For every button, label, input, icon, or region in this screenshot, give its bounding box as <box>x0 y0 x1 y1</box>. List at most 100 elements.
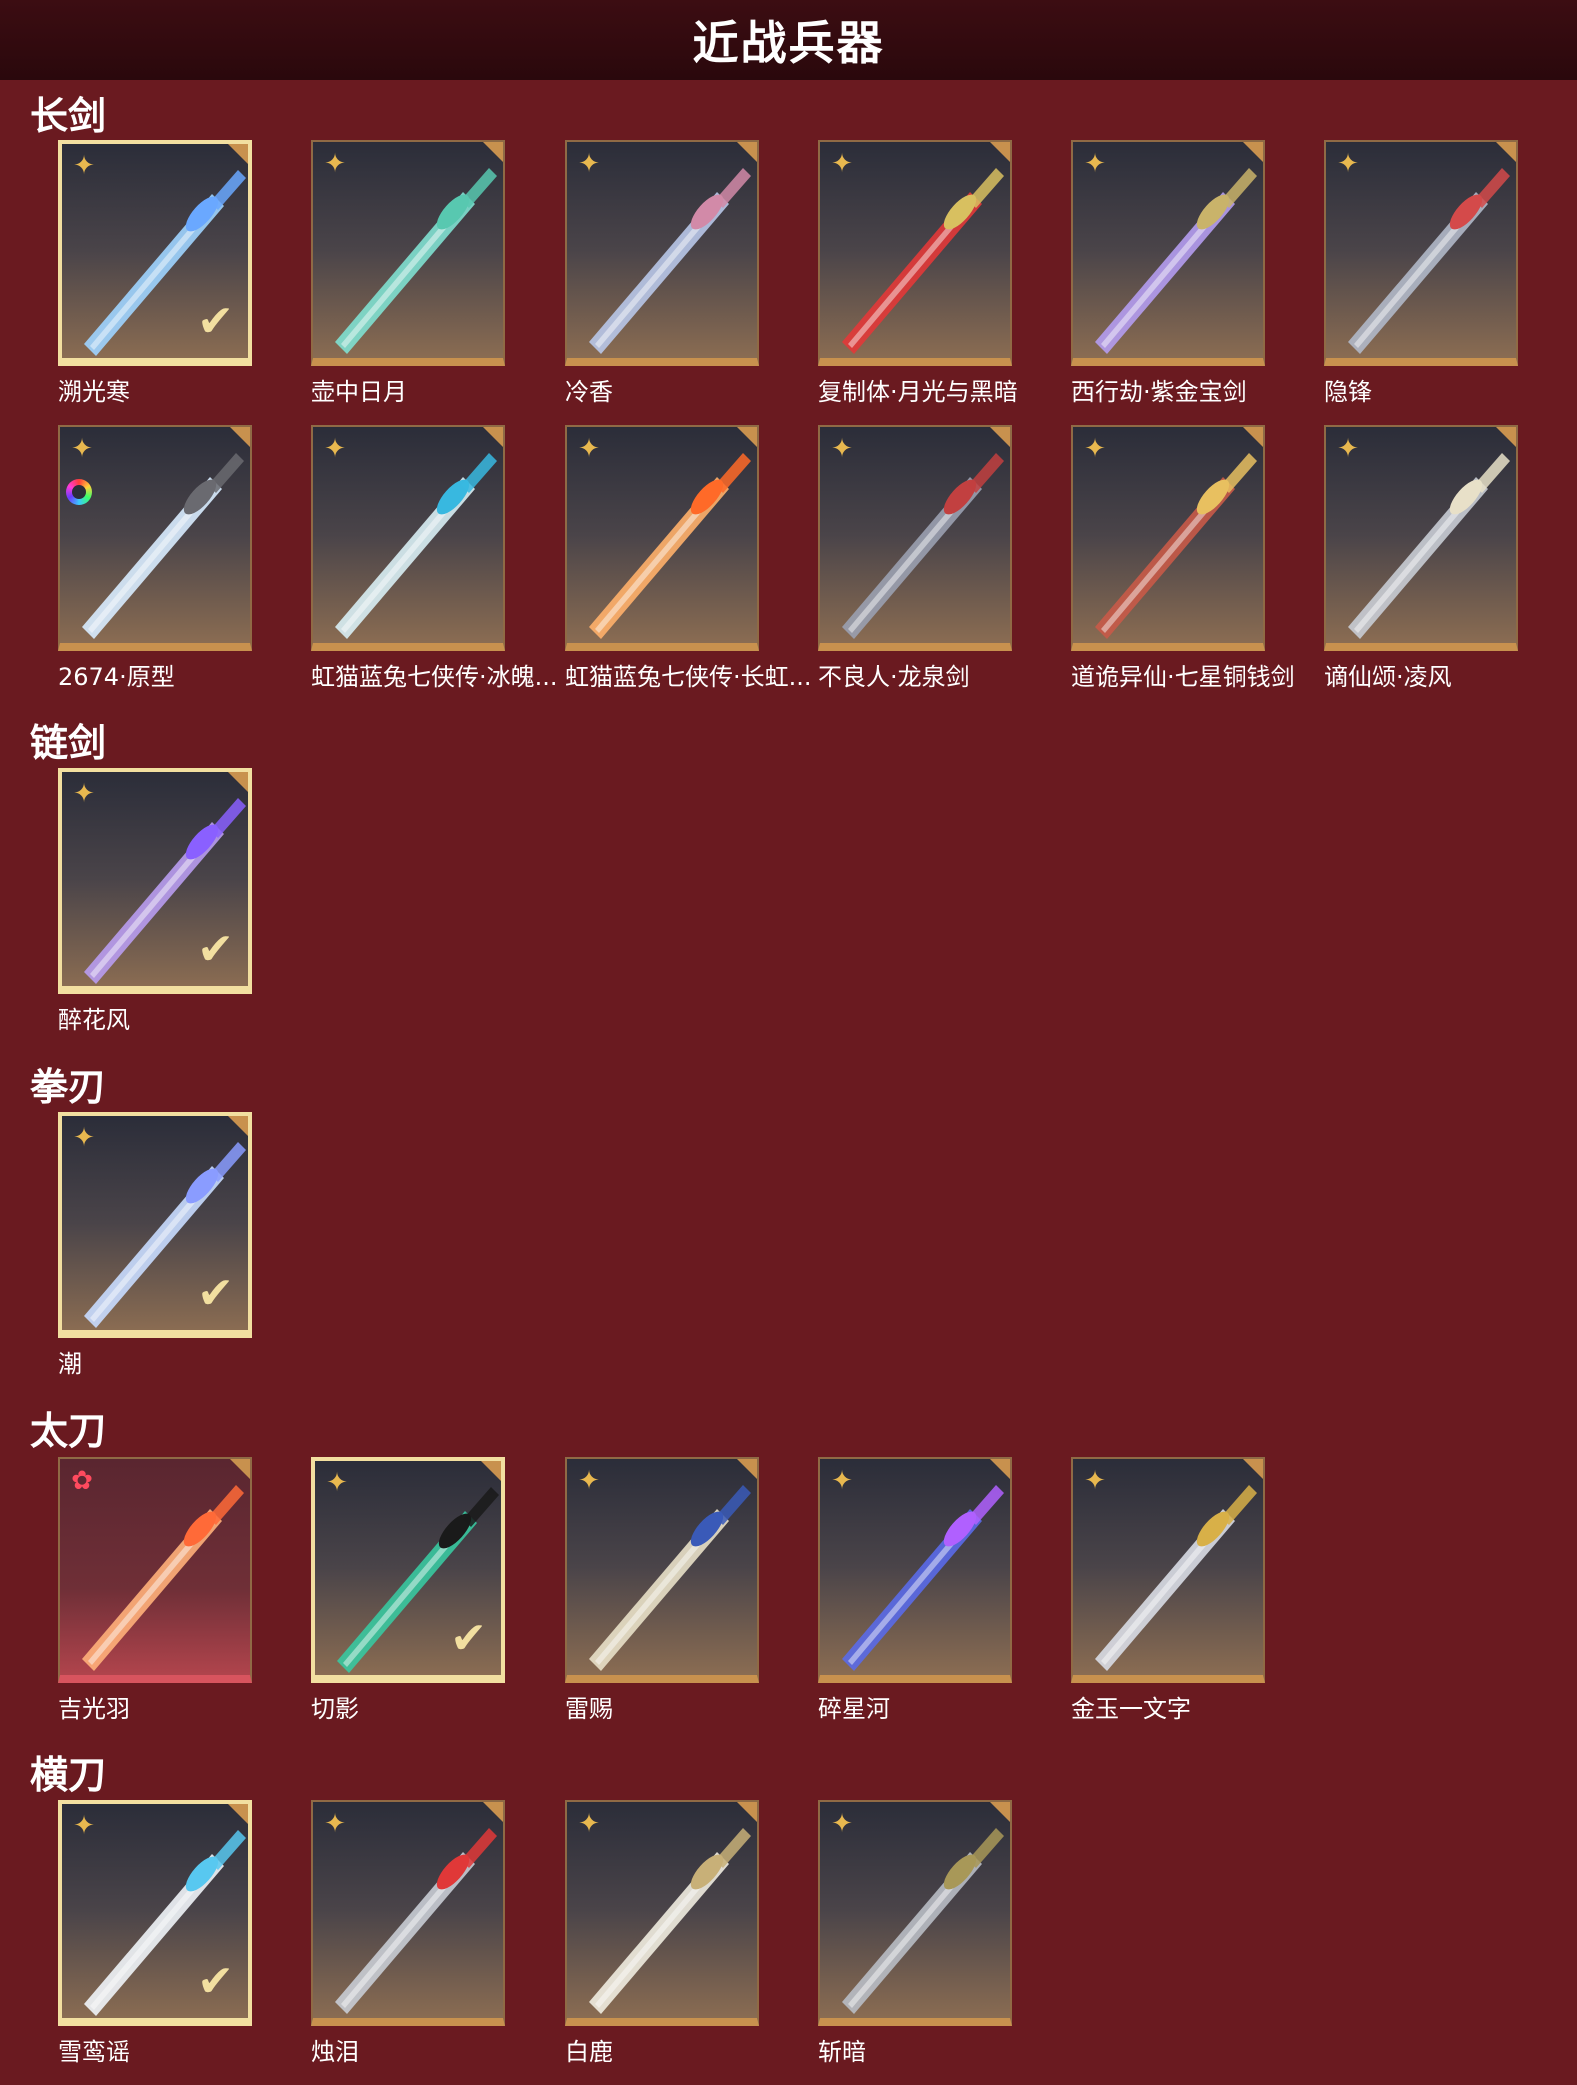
weapon-tile[interactable]: ✦ <box>565 425 759 651</box>
sparkle-icon: ✦ <box>71 434 93 464</box>
weapon-card[interactable]: ✦ 不良人·龙泉剑 <box>818 425 1012 691</box>
weapon-tile[interactable]: ✦ ✔ <box>58 1112 252 1338</box>
weapon-name: 吉光羽 <box>58 1695 130 1723</box>
equipped-check-icon: ✔ <box>197 296 234 347</box>
corner-mark-icon <box>990 142 1010 162</box>
weapon-tile[interactable]: ✦ <box>818 1457 1012 1683</box>
weapon-tile[interactable]: ✦ <box>818 425 1012 651</box>
weapon-tile[interactable]: ✦ <box>565 1800 759 2026</box>
weapon-tile[interactable]: ✦ <box>565 1457 759 1683</box>
weapon-tile[interactable]: ✦ <box>1071 140 1265 366</box>
sparkle-icon: ✦ <box>831 1466 853 1496</box>
corner-mark-icon <box>737 1459 757 1479</box>
weapon-name: 雪鸾谣 <box>58 2038 130 2066</box>
corner-mark-icon <box>1496 427 1516 447</box>
weapon-card[interactable]: ✦ 雷赐 <box>565 1457 759 1723</box>
equipped-check-icon: ✔ <box>450 1613 487 1664</box>
weapon-card[interactable]: ✦ 壶中日月 <box>311 140 505 406</box>
weapon-card[interactable]: ✦ ✔ 切影 <box>311 1457 505 1723</box>
sparkle-icon: ✦ <box>578 149 600 179</box>
weapon-tile[interactable]: ✦ ✔ <box>58 140 252 366</box>
corner-mark-icon <box>1243 427 1263 447</box>
corner-mark-icon <box>483 1802 503 1822</box>
weapon-tile[interactable]: ✦ <box>1071 1457 1265 1683</box>
weapon-name: 烛泪 <box>311 2038 359 2066</box>
sparkle-icon: ✦ <box>73 1123 95 1153</box>
weapon-tile[interactable]: ✦ <box>311 425 505 651</box>
weapon-card[interactable]: ✦ 碎星河 <box>818 1457 1012 1723</box>
corner-mark-icon <box>737 142 757 162</box>
equipped-check-icon: ✔ <box>197 1268 234 1319</box>
sparkle-icon: ✦ <box>1084 434 1106 464</box>
weapon-card[interactable]: ✦ 道诡异仙·七星铜钱剑 <box>1071 425 1295 691</box>
weapon-card[interactable]: ✦ 冷香 <box>565 140 759 406</box>
sparkle-icon: ✦ <box>578 434 600 464</box>
weapon-tile[interactable]: ✦ <box>818 140 1012 366</box>
weapon-tile[interactable]: ✦ ✔ <box>58 768 252 994</box>
weapon-card[interactable]: ✦ 谪仙颂·凌风 <box>1324 425 1518 691</box>
corner-mark-icon <box>228 1116 248 1136</box>
weapon-card[interactable]: ✦ ✔ 醉花风 <box>58 768 252 1034</box>
sparkle-icon: ✦ <box>578 1809 600 1839</box>
weapon-name: 潮 <box>58 1350 82 1378</box>
weapon-card[interactable]: ✦ 西行劫·紫金宝剑 <box>1071 140 1265 406</box>
corner-mark-icon <box>1496 142 1516 162</box>
weapon-card[interactable]: ✦ ✔ 雪鸾谣 <box>58 1800 252 2066</box>
sparkle-icon: ✦ <box>578 1466 600 1496</box>
color-wheel-icon <box>66 479 92 505</box>
weapon-tile[interactable]: ✦ <box>311 140 505 366</box>
weapon-card[interactable]: ✦ 复制体·月光与黑暗 <box>818 140 1018 406</box>
weapon-card[interactable]: ✦ ✔ 潮 <box>58 1112 252 1378</box>
weapon-card[interactable]: ✦ 白鹿 <box>565 1800 759 2066</box>
sparkle-icon: ✦ <box>1084 1466 1106 1496</box>
corner-mark-icon <box>228 772 248 792</box>
weapon-card[interactable]: ✿ 吉光羽 <box>58 1457 252 1723</box>
weapon-name: 不良人·龙泉剑 <box>818 663 970 691</box>
weapon-name: 壶中日月 <box>311 378 407 406</box>
weapon-name: 虹猫蓝兔七侠传·冰魄... <box>311 663 558 691</box>
weapon-tile[interactable]: ✦ <box>1071 425 1265 651</box>
sparkle-icon: ✦ <box>1337 149 1359 179</box>
weapon-card[interactable]: ✦ ✔ 溯光寒 <box>58 140 252 406</box>
section-title: 长剑 <box>30 94 107 138</box>
sparkle-icon: ✦ <box>73 151 95 181</box>
corner-mark-icon <box>481 1461 501 1481</box>
red-flower-icon: ✿ <box>71 1466 93 1496</box>
weapon-tile[interactable]: ✦ <box>818 1800 1012 2026</box>
corner-mark-icon <box>737 1802 757 1822</box>
section-title: 横刀 <box>30 1753 107 1797</box>
corner-mark-icon <box>737 427 757 447</box>
weapon-name: 2674·原型 <box>58 663 175 691</box>
equipped-check-icon: ✔ <box>197 1956 234 2007</box>
weapon-card[interactable]: ✦ 2674·原型 <box>58 425 252 691</box>
weapon-card[interactable]: ✦ 金玉一文字 <box>1071 1457 1265 1723</box>
weapon-tile[interactable]: ✦ <box>1324 140 1518 366</box>
weapon-tile[interactable]: ✦ ✔ <box>311 1457 505 1683</box>
corner-mark-icon <box>228 144 248 164</box>
sparkle-icon: ✦ <box>324 1809 346 1839</box>
weapon-card[interactable]: ✦ 虹猫蓝兔七侠传·长虹... <box>565 425 812 691</box>
weapon-name: 斩暗 <box>818 2038 866 2066</box>
weapon-name: 碎星河 <box>818 1695 890 1723</box>
weapon-name: 金玉一文字 <box>1071 1695 1191 1723</box>
weapon-tile[interactable]: ✦ <box>311 1800 505 2026</box>
sparkle-icon: ✦ <box>324 434 346 464</box>
weapon-tile[interactable]: ✦ ✔ <box>58 1800 252 2026</box>
weapon-card[interactable]: ✦ 虹猫蓝兔七侠传·冰魄... <box>311 425 558 691</box>
weapon-tile[interactable]: ✿ <box>58 1457 252 1683</box>
sparkle-icon: ✦ <box>73 779 95 809</box>
corner-mark-icon <box>990 427 1010 447</box>
weapon-card[interactable]: ✦ 隐锋 <box>1324 140 1518 406</box>
weapon-card[interactable]: ✦ 烛泪 <box>311 1800 505 2066</box>
weapon-tile[interactable]: ✦ <box>565 140 759 366</box>
weapon-card[interactable]: ✦ 斩暗 <box>818 1800 1012 2066</box>
sparkle-icon: ✦ <box>831 434 853 464</box>
weapon-name: 西行劫·紫金宝剑 <box>1071 378 1247 406</box>
weapon-name: 谪仙颂·凌风 <box>1324 663 1452 691</box>
sparkle-icon: ✦ <box>831 1809 853 1839</box>
corner-mark-icon <box>230 1459 250 1479</box>
section-title: 拳刃 <box>30 1065 107 1109</box>
weapon-tile[interactable]: ✦ <box>1324 425 1518 651</box>
weapon-tile[interactable]: ✦ <box>58 425 252 651</box>
weapon-name: 切影 <box>311 1695 359 1723</box>
